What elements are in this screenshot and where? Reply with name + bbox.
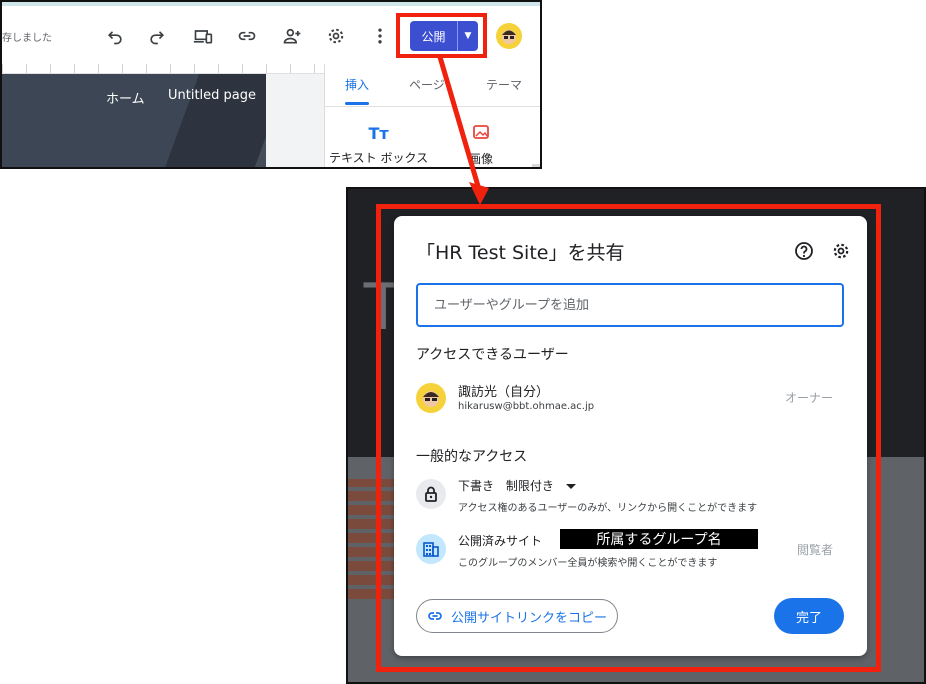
text-box-icon: Tт [368,124,389,143]
side-panel: 挿入 ページ テーマ Tт テキスト ボックス 画像 [325,64,540,167]
saved-status: 存しました [2,33,52,44]
dialog-highlight-box [376,204,881,672]
publish-highlight-box [396,13,487,58]
top-strip [2,2,540,6]
tabs-divider [325,106,540,107]
add-person-icon[interactable] [280,24,304,48]
preview-device-icon[interactable] [191,24,215,48]
nav-untitled-page[interactable]: Untitled page [168,88,256,103]
nav-home[interactable]: ホーム [106,88,145,107]
gear-icon[interactable] [324,24,348,48]
image-icon [469,124,493,144]
ruler [2,64,324,74]
tab-active-indicator [345,102,369,105]
redo-icon[interactable] [145,24,169,48]
editor-toolbar-screenshot: 存しました 公開 ▼ ホーム Untitled page 挿入 ページ テーマ [0,0,542,169]
panel-scrollbar[interactable] [532,164,540,167]
text-box-label: テキスト ボックス [329,151,429,165]
insert-text-box[interactable]: Tт テキスト ボックス [329,124,428,166]
tab-themes[interactable]: テーマ [486,76,522,93]
user-avatar[interactable] [496,23,522,49]
insert-image[interactable]: 画像 [469,124,493,167]
image-label: 画像 [469,152,494,166]
canvas-margin [266,74,324,167]
tab-pages[interactable]: ページ [409,76,445,93]
tab-insert[interactable]: 挿入 [345,76,369,93]
undo-icon[interactable] [103,24,127,48]
link-icon[interactable] [235,24,259,48]
more-vert-icon[interactable] [368,24,392,48]
